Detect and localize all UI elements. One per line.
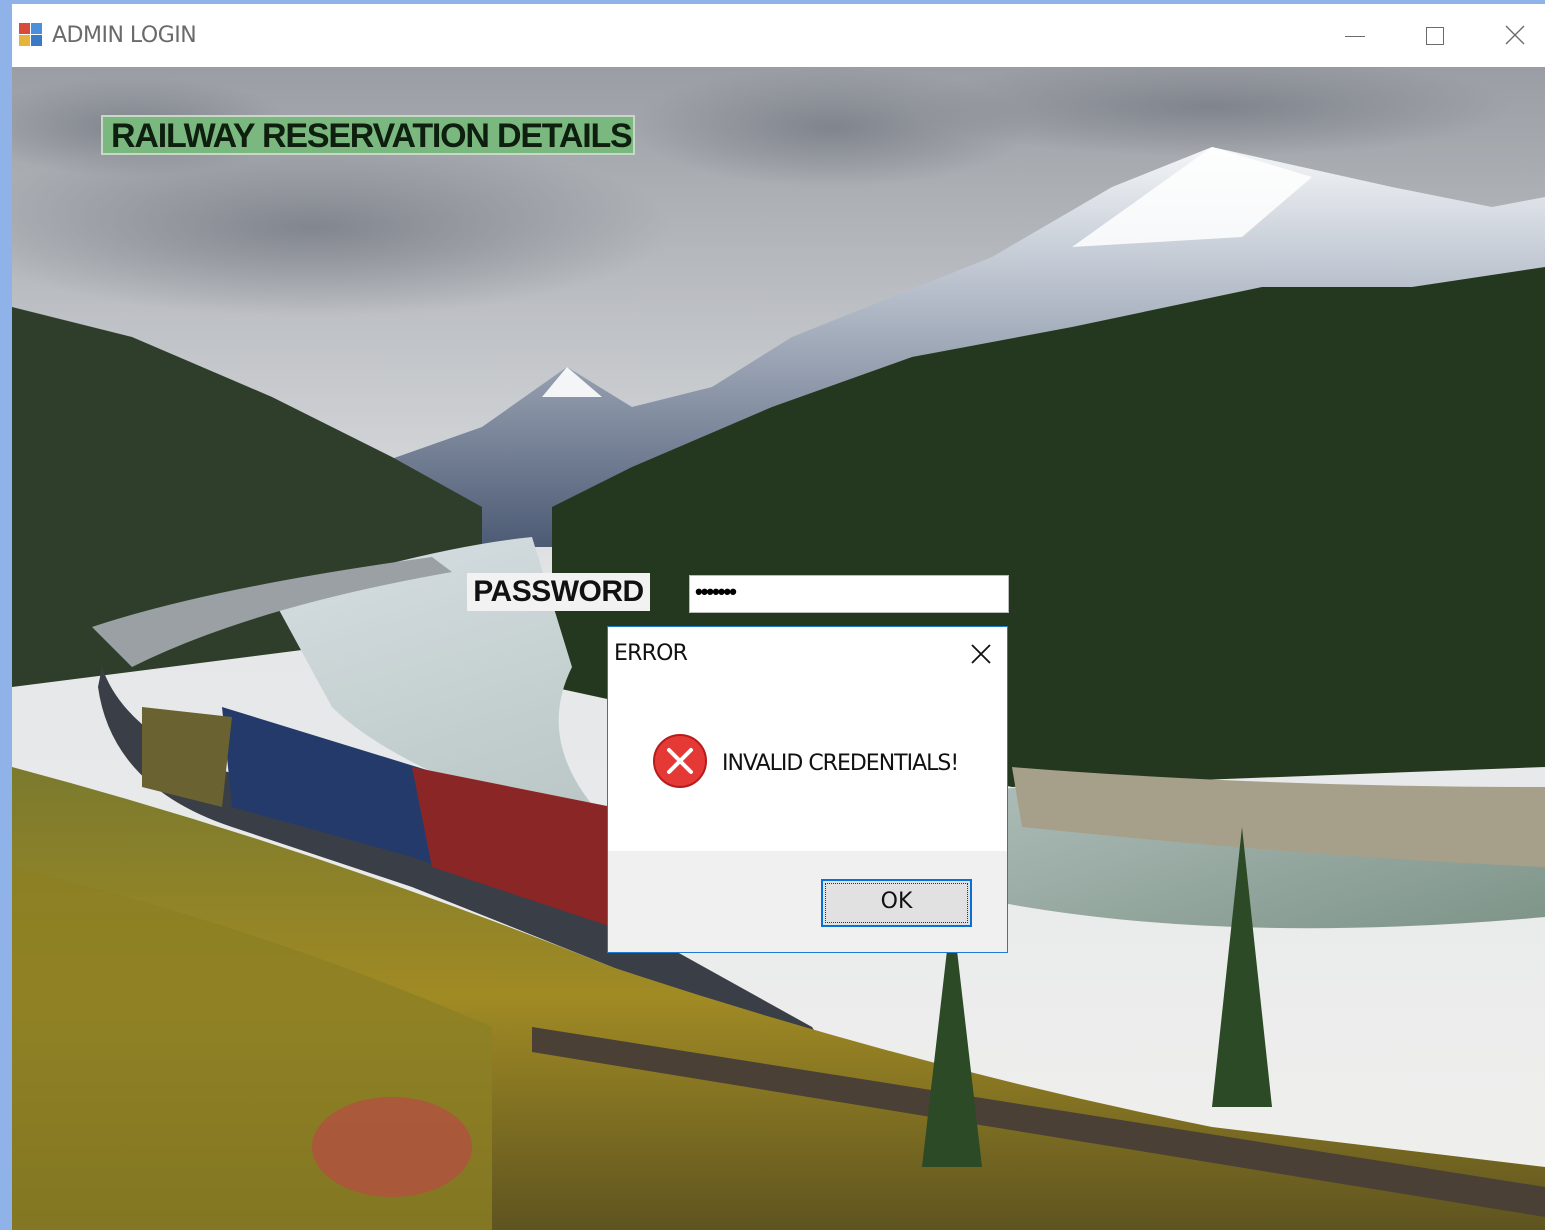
close-icon[interactable]	[1495, 18, 1535, 54]
password-label: PASSWORD	[467, 573, 650, 611]
dialog-close-icon[interactable]	[964, 637, 998, 671]
error-icon	[653, 734, 707, 788]
minimize-icon[interactable]	[1335, 18, 1375, 54]
error-message: INVALID CREDENTIALS!	[722, 751, 959, 776]
dialog-footer: OK	[608, 851, 1007, 952]
app-icon	[19, 23, 42, 46]
maximize-icon[interactable]	[1414, 18, 1454, 54]
error-dialog: ERROR INVALID CREDENTIALS! OK	[607, 626, 1008, 953]
title-bar: ADMIN LOGIN	[12, 4, 1545, 67]
page-title: RAILWAY RESERVATION DETAILS	[101, 115, 635, 155]
admin-login-window: ADMIN LOGIN RAILWAY RESERVATION DETAILS …	[12, 4, 1545, 1230]
ok-button[interactable]: OK	[821, 879, 972, 927]
window-title: ADMIN LOGIN	[52, 23, 197, 48]
dialog-title: ERROR	[614, 641, 688, 666]
password-field[interactable]: •••••••	[689, 575, 1009, 613]
